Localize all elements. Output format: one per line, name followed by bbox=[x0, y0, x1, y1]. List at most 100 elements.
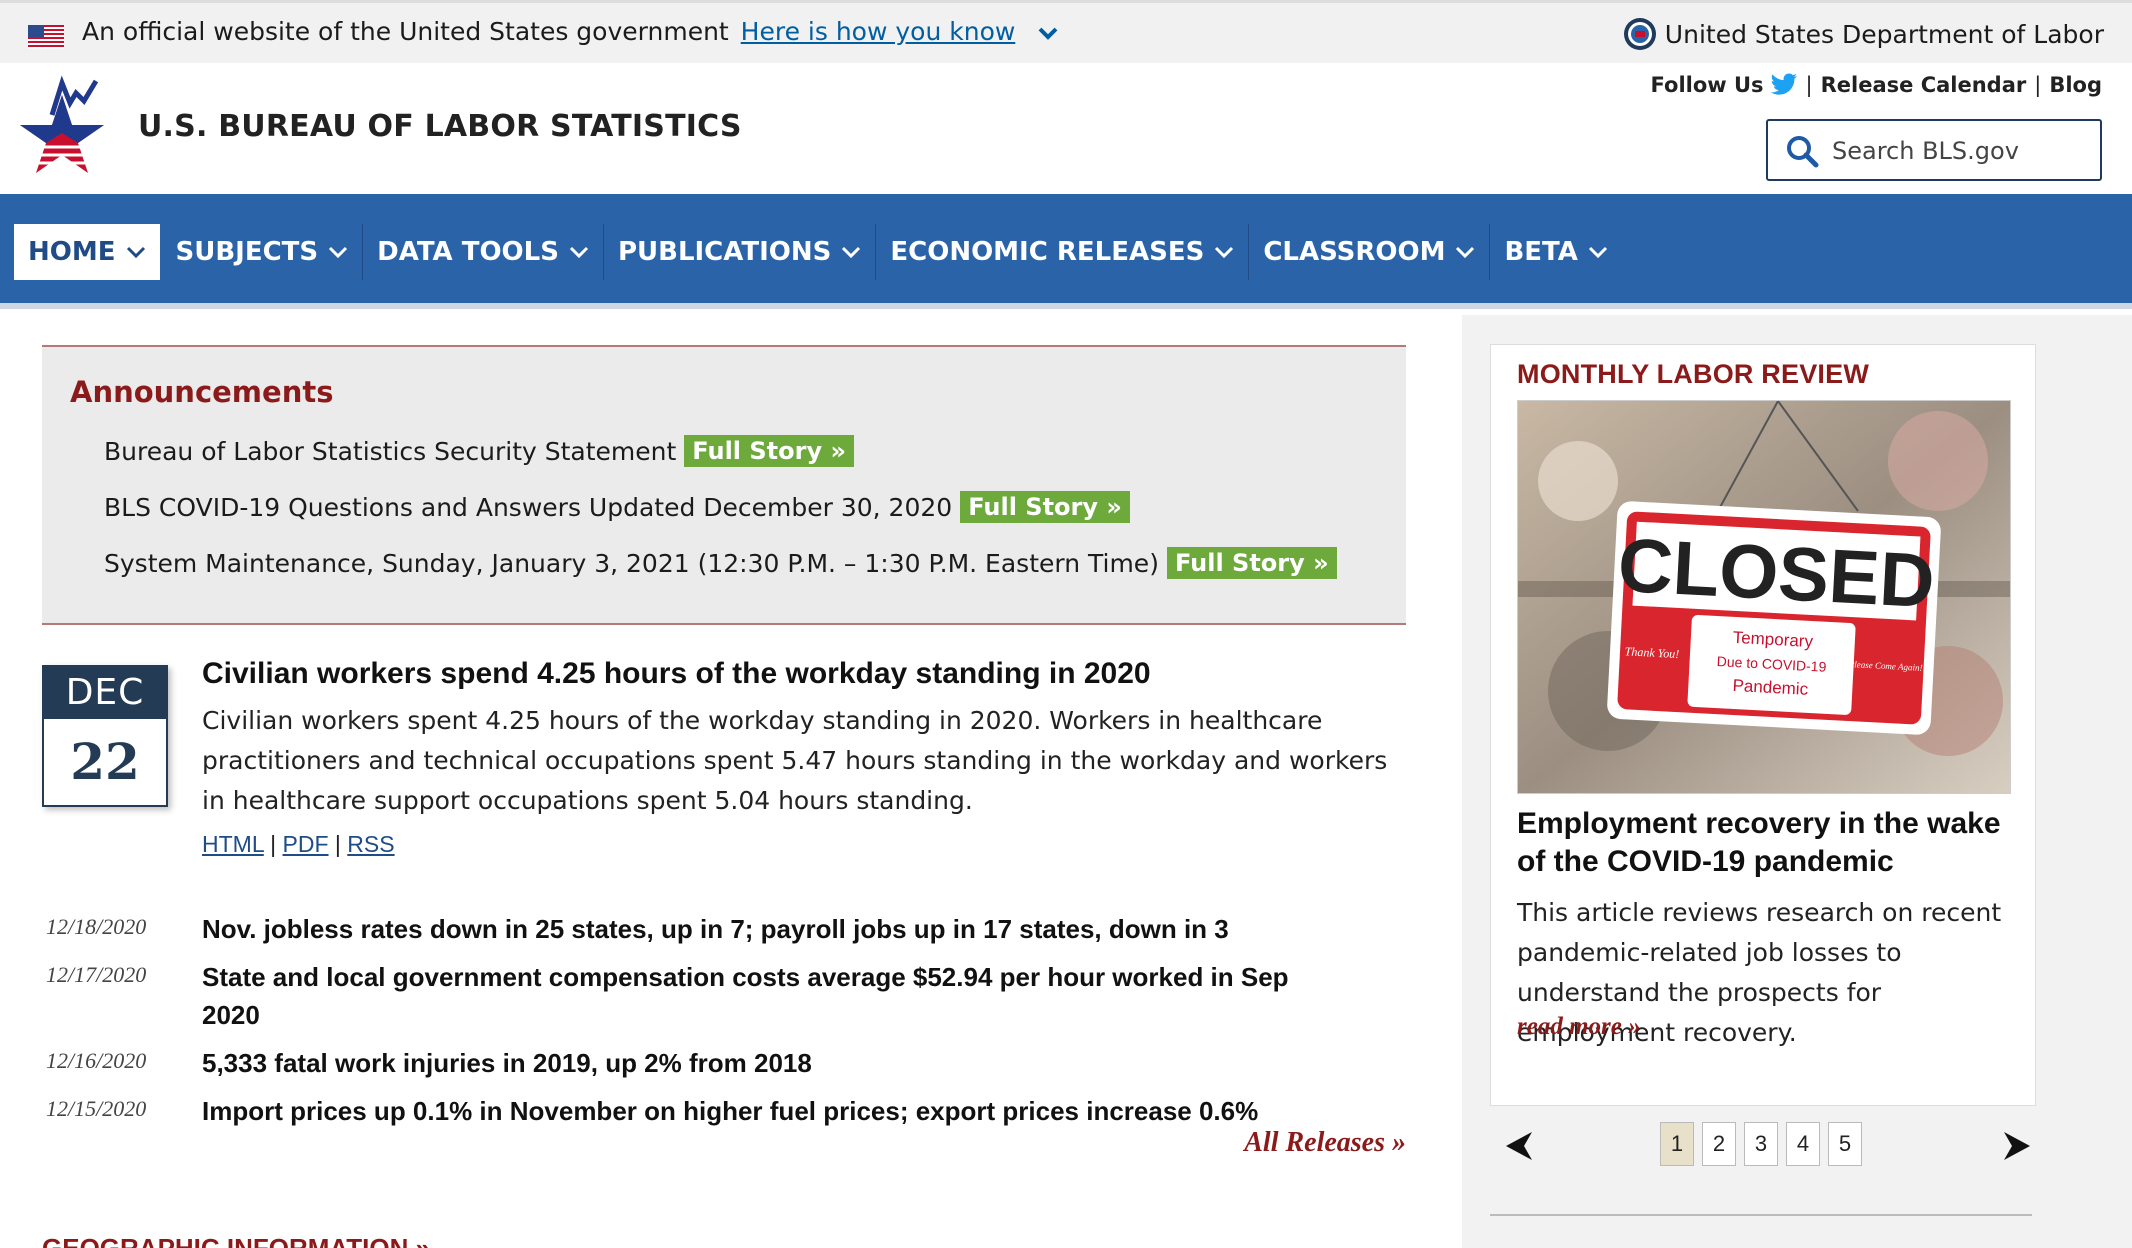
gov-banner-label: An official website of the United States… bbox=[82, 17, 729, 46]
feature-body: Civilian workers spent 4.25 hours of the… bbox=[202, 706, 1388, 815]
us-flag-icon bbox=[28, 25, 64, 49]
release-row: 12/15/2020 Import prices up 0.1% in Nove… bbox=[46, 1092, 1416, 1130]
chevron-down-icon[interactable] bbox=[1037, 25, 1059, 41]
pager-page-3[interactable]: 3 bbox=[1744, 1122, 1778, 1166]
dol-seal-icon bbox=[1623, 18, 1656, 50]
arrow-right-icon[interactable] bbox=[2000, 1130, 2034, 1162]
utility-separator: | bbox=[2034, 73, 2042, 97]
sign-left-note: Thank You! bbox=[1624, 644, 1679, 661]
feature-links: HTML | PDF | RSS bbox=[202, 831, 1412, 858]
dol-label: United States Department of Labor bbox=[1664, 19, 2104, 49]
read-more-link[interactable]: read more » bbox=[1517, 1013, 1641, 1041]
announcement-item: Bureau of Labor Statistics Security Stat… bbox=[104, 435, 854, 467]
release-date: 12/17/2020 bbox=[46, 962, 147, 987]
carousel-pager: 1 2 3 4 5 bbox=[1490, 1118, 2036, 1174]
mlr-headline[interactable]: Employment recovery in the wake of the C… bbox=[1517, 805, 2017, 881]
twitter-icon[interactable] bbox=[1770, 73, 1798, 97]
rss-link[interactable]: RSS bbox=[347, 831, 394, 857]
chevron-down-icon bbox=[1456, 246, 1475, 259]
announcement-text: Bureau of Labor Statistics Security Stat… bbox=[104, 436, 677, 466]
pager-page-5[interactable]: 5 bbox=[1828, 1122, 1862, 1166]
search-box[interactable] bbox=[1766, 119, 2102, 181]
site-header: U.S. BUREAU OF LABOR STATISTICS Follow U… bbox=[0, 63, 2132, 194]
nav-item-beta[interactable]: BETA bbox=[1490, 224, 1621, 280]
release-title[interactable]: State and local government compensation … bbox=[202, 958, 1342, 1034]
mlr-title[interactable]: MONTHLY LABOR REVIEW bbox=[1517, 359, 1869, 390]
release-date: 12/18/2020 bbox=[46, 914, 147, 939]
chevron-down-icon bbox=[1588, 246, 1607, 259]
search-input[interactable] bbox=[1832, 133, 2092, 169]
utility-separator: | bbox=[1805, 73, 1813, 97]
release-date: 12/16/2020 bbox=[46, 1048, 147, 1073]
release-calendar-link[interactable]: Release Calendar bbox=[1821, 73, 2027, 97]
feature-story: Civilian workers spend 4.25 hours of the… bbox=[202, 657, 1412, 858]
release-date: 12/15/2020 bbox=[46, 1096, 147, 1121]
release-title[interactable]: Nov. jobless rates down in 25 states, up… bbox=[202, 910, 1342, 948]
closed-sign-illustration: CLOSED Temporary Due to COVID-19 Pandemi… bbox=[1518, 401, 2010, 793]
html-link[interactable]: HTML bbox=[202, 831, 264, 857]
nav-item-label: BETA bbox=[1504, 237, 1578, 267]
announcement-text: System Maintenance, Sunday, January 3, 2… bbox=[104, 548, 1159, 578]
link-separator: | bbox=[334, 831, 341, 857]
nav-item-label: HOME bbox=[28, 237, 116, 267]
nav-item-label: ECONOMIC RELEASES bbox=[890, 237, 1205, 267]
gov-banner-text: An official website of the United States… bbox=[82, 17, 1059, 46]
release-row: 12/18/2020 Nov. jobless rates down in 25… bbox=[46, 910, 1416, 948]
pager-page-4[interactable]: 4 bbox=[1786, 1122, 1820, 1166]
sign-line3: Pandemic bbox=[1732, 676, 1809, 699]
full-story-button[interactable]: Full Story » bbox=[684, 435, 854, 467]
nav-item-subjects[interactable]: SUBJECTS bbox=[162, 224, 364, 280]
monthly-labor-review-card: MONTHLY LABOR REVIEW CLOSED Temporary Du… bbox=[1490, 344, 2036, 1106]
pager-page-2[interactable]: 2 bbox=[1702, 1122, 1736, 1166]
announcement-item: System Maintenance, Sunday, January 3, 2… bbox=[104, 547, 1337, 579]
nav-items: HOME SUBJECTS DATA TOOLS PUBLICATIONS EC… bbox=[14, 224, 1622, 280]
announcements-title: Announcements bbox=[70, 375, 334, 409]
full-story-button[interactable]: Full Story » bbox=[960, 491, 1130, 523]
release-row: 12/16/2020 5,333 fatal work injuries in … bbox=[46, 1044, 1416, 1082]
dol-link[interactable]: United States Department of Labor bbox=[1623, 17, 2104, 51]
main-nav: HOME SUBJECTS DATA TOOLS PUBLICATIONS EC… bbox=[0, 194, 2132, 309]
announcements-panel: Announcements Bureau of Labor Statistics… bbox=[42, 345, 1406, 625]
releases-list: 12/18/2020 Nov. jobless rates down in 25… bbox=[46, 910, 1416, 1140]
geographic-information-link[interactable]: GEOGRAPHIC INFORMATION » bbox=[42, 1233, 430, 1248]
follow-us-link[interactable]: Follow Us bbox=[1651, 73, 1764, 97]
chevron-down-icon bbox=[126, 246, 145, 259]
how-you-know-link[interactable]: Here is how you know bbox=[741, 17, 1016, 46]
blog-link[interactable]: Blog bbox=[2049, 73, 2102, 97]
main-content: Announcements Bureau of Labor Statistics… bbox=[0, 315, 1462, 1248]
nav-item-publications[interactable]: PUBLICATIONS bbox=[604, 224, 877, 280]
feature-headline[interactable]: Civilian workers spend 4.25 hours of the… bbox=[202, 657, 1412, 691]
chevron-down-icon bbox=[1215, 246, 1234, 259]
release-title[interactable]: 5,333 fatal work injuries in 2019, up 2%… bbox=[202, 1044, 1342, 1082]
full-story-button[interactable]: Full Story » bbox=[1166, 547, 1337, 579]
release-row: 12/17/2020 State and local government co… bbox=[46, 958, 1416, 1034]
sidebar-divider bbox=[1490, 1214, 2032, 1216]
announcement-text: BLS COVID-19 Questions and Answers Updat… bbox=[104, 492, 953, 522]
pdf-link[interactable]: PDF bbox=[283, 831, 329, 857]
pager-page-1[interactable]: 1 bbox=[1660, 1122, 1694, 1166]
nav-item-label: SUBJECTS bbox=[175, 237, 319, 267]
arrow-left-icon[interactable] bbox=[1502, 1130, 1536, 1162]
nav-item-classroom[interactable]: CLASSROOM bbox=[1249, 224, 1491, 280]
chevron-down-icon bbox=[329, 246, 348, 259]
chevron-down-icon bbox=[569, 246, 589, 259]
link-separator: | bbox=[270, 831, 277, 857]
bls-logo-icon[interactable] bbox=[12, 75, 112, 187]
date-day: 22 bbox=[70, 732, 140, 791]
feature-date-badge: DEC 22 bbox=[42, 665, 168, 807]
nav-item-label: CLASSROOM bbox=[1263, 237, 1446, 267]
sign-closed-text: CLOSED bbox=[1616, 523, 1937, 624]
nav-item-data-tools[interactable]: DATA TOOLS bbox=[363, 224, 604, 280]
nav-item-economic-releases[interactable]: ECONOMIC RELEASES bbox=[876, 224, 1250, 280]
nav-item-home[interactable]: HOME bbox=[14, 224, 160, 280]
closed-sign-image[interactable]: CLOSED Temporary Due to COVID-19 Pandemi… bbox=[1517, 400, 2011, 794]
release-title[interactable]: Import prices up 0.1% in November on hig… bbox=[202, 1092, 1342, 1130]
utility-links: Follow Us | Release Calendar | Blog bbox=[1651, 73, 2102, 97]
nav-item-label: PUBLICATIONS bbox=[617, 237, 832, 267]
chevron-down-icon bbox=[842, 246, 861, 259]
all-releases-link[interactable]: All Releases » bbox=[1244, 1127, 1406, 1159]
nav-item-label: DATA TOOLS bbox=[377, 237, 559, 267]
search-icon[interactable] bbox=[1784, 133, 1820, 169]
site-title[interactable]: U.S. BUREAU OF LABOR STATISTICS bbox=[138, 109, 742, 144]
pager-pages: 1 2 3 4 5 bbox=[1660, 1122, 1862, 1166]
